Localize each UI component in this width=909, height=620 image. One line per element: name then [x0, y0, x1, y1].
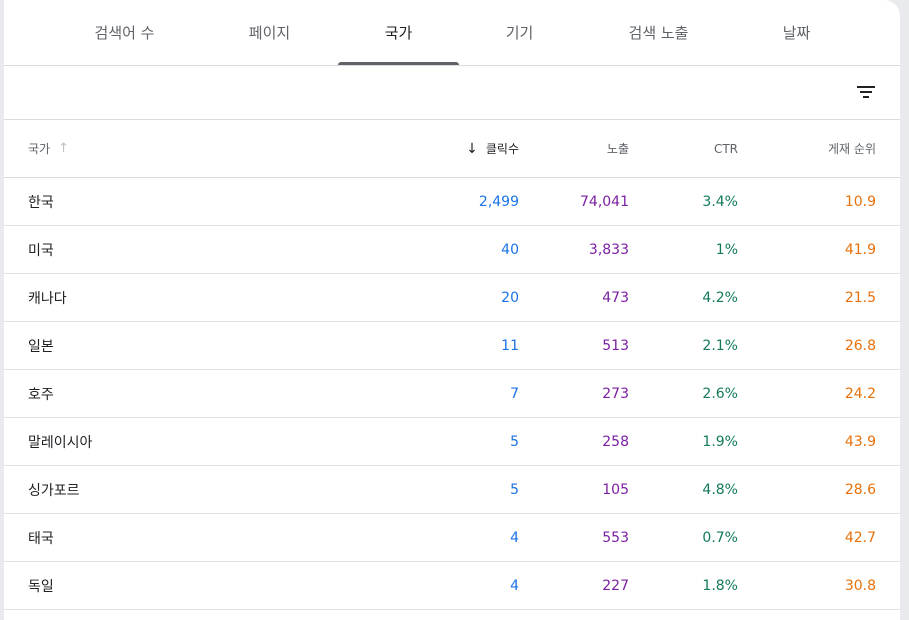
- country-cell: 미국: [28, 242, 54, 259]
- tab-label: 날짜: [782, 23, 811, 42]
- table-row[interactable]: 미국 40 3,833 1% 41.9: [4, 226, 900, 274]
- clicks-cell: 40: [501, 241, 519, 258]
- impressions-cell: 273: [602, 385, 629, 402]
- position-cell: 42.7: [844, 529, 876, 546]
- tab-label: 국가: [384, 23, 413, 42]
- header-ctr-label: CTR: [713, 141, 738, 156]
- header-clicks-label: 클릭수: [485, 142, 519, 156]
- impressions-cell: 74,041: [580, 193, 629, 210]
- performance-card: 검색어 수 페이지 국가 기기 검색 노출 날짜 국가 ↑ ↓ 클릭수 노출 C…: [4, 0, 900, 620]
- ctr-cell: 1.8%: [702, 577, 738, 594]
- table-row[interactable]: 호주 7 273 2.6% 24.2: [4, 370, 900, 418]
- tab-label: 검색 노출: [628, 23, 689, 42]
- country-cell: 일본: [28, 338, 54, 355]
- tab-devices[interactable]: 기기: [459, 0, 580, 64]
- tab-label: 페이지: [248, 23, 291, 42]
- header-country[interactable]: 국가 ↑: [28, 120, 228, 177]
- header-position[interactable]: 게재 순위: [747, 120, 876, 177]
- tab-queries[interactable]: 검색어 수: [64, 0, 185, 64]
- ctr-cell: 1%: [715, 241, 738, 258]
- table-row[interactable]: 캐나다 20 473 4.2% 21.5: [4, 274, 900, 322]
- position-cell: 21.5: [844, 289, 876, 306]
- position-cell: 10.9: [844, 193, 876, 210]
- table-row[interactable]: 독일 4 227 1.8% 30.8: [4, 562, 900, 610]
- ctr-cell: 2.6%: [702, 385, 738, 402]
- country-cell: 싱가포르: [28, 482, 80, 499]
- header-position-label: 게재 순위: [828, 142, 876, 156]
- country-cell: 캐나다: [28, 290, 67, 307]
- dimension-tabs: 검색어 수 페이지 국가 기기 검색 노출 날짜: [4, 0, 900, 66]
- impressions-cell: 105: [602, 481, 629, 498]
- country-cell: 한국: [28, 194, 54, 211]
- impressions-cell: 553: [602, 529, 629, 546]
- country-cell: 태국: [28, 530, 54, 547]
- impressions-cell: 473: [602, 289, 629, 306]
- clicks-cell: 20: [501, 289, 519, 306]
- header-ctr[interactable]: CTR: [638, 120, 738, 177]
- ctr-cell: 4.2%: [702, 289, 738, 306]
- sort-arrow-down-icon: ↓: [466, 140, 478, 157]
- tab-label: 검색어 수: [94, 23, 155, 42]
- active-tab-indicator: [338, 62, 459, 65]
- ctr-cell: 1.9%: [702, 433, 738, 450]
- clicks-cell: 7: [510, 385, 519, 402]
- table-body: 한국 2,499 74,041 3.4% 10.9 미국 40 3,833 1% 41.9 캐나다 2…: [4, 178, 900, 610]
- impressions-cell: 258: [602, 433, 629, 450]
- header-impressions-label: 노출: [606, 142, 629, 156]
- header-impressions[interactable]: 노출: [529, 120, 629, 177]
- tab-search-appearance[interactable]: 검색 노출: [598, 0, 719, 64]
- table-row[interactable]: 한국 2,499 74,041 3.4% 10.9: [4, 178, 900, 226]
- position-cell: 41.9: [844, 241, 876, 258]
- table-toolbar: [4, 66, 900, 120]
- tab-dates[interactable]: 날짜: [736, 0, 857, 64]
- clicks-cell: 11: [501, 337, 519, 354]
- filter-list-icon: [857, 86, 875, 98]
- ctr-cell: 3.4%: [702, 193, 738, 210]
- clicks-cell: 4: [510, 577, 519, 594]
- tab-label: 기기: [505, 23, 534, 42]
- position-cell: 26.8: [844, 337, 876, 354]
- ctr-cell: 4.8%: [702, 481, 738, 498]
- table-row[interactable]: 싱가포르 5 105 4.8% 28.6: [4, 466, 900, 514]
- ctr-cell: 2.1%: [702, 337, 738, 354]
- position-cell: 24.2: [844, 385, 876, 402]
- header-country-label: 국가: [28, 142, 51, 156]
- tab-countries[interactable]: 국가: [338, 0, 459, 64]
- clicks-cell: 5: [510, 481, 519, 498]
- country-cell: 말레이시아: [28, 434, 93, 451]
- clicks-cell: 2,499: [478, 193, 519, 210]
- table-row[interactable]: 태국 4 553 0.7% 42.7: [4, 514, 900, 562]
- ctr-cell: 0.7%: [702, 529, 738, 546]
- position-cell: 30.8: [844, 577, 876, 594]
- clicks-cell: 4: [510, 529, 519, 546]
- impressions-cell: 227: [602, 577, 629, 594]
- country-cell: 호주: [28, 386, 54, 403]
- table-row[interactable]: 말레이시아 5 258 1.9% 43.9: [4, 418, 900, 466]
- impressions-cell: 513: [602, 337, 629, 354]
- header-clicks[interactable]: ↓ 클릭수: [378, 120, 519, 177]
- table-row[interactable]: 일본 11 513 2.1% 26.8: [4, 322, 900, 370]
- table-header: 국가 ↑ ↓ 클릭수 노출 CTR 게재 순위: [4, 120, 900, 178]
- tab-pages[interactable]: 페이지: [209, 0, 330, 64]
- country-cell: 독일: [28, 578, 54, 595]
- sort-arrow-up-icon: ↑: [58, 141, 69, 156]
- position-cell: 43.9: [844, 433, 876, 450]
- impressions-cell: 3,833: [588, 241, 629, 258]
- position-cell: 28.6: [844, 481, 876, 498]
- clicks-cell: 5: [510, 433, 519, 450]
- filter-button[interactable]: [852, 78, 880, 106]
